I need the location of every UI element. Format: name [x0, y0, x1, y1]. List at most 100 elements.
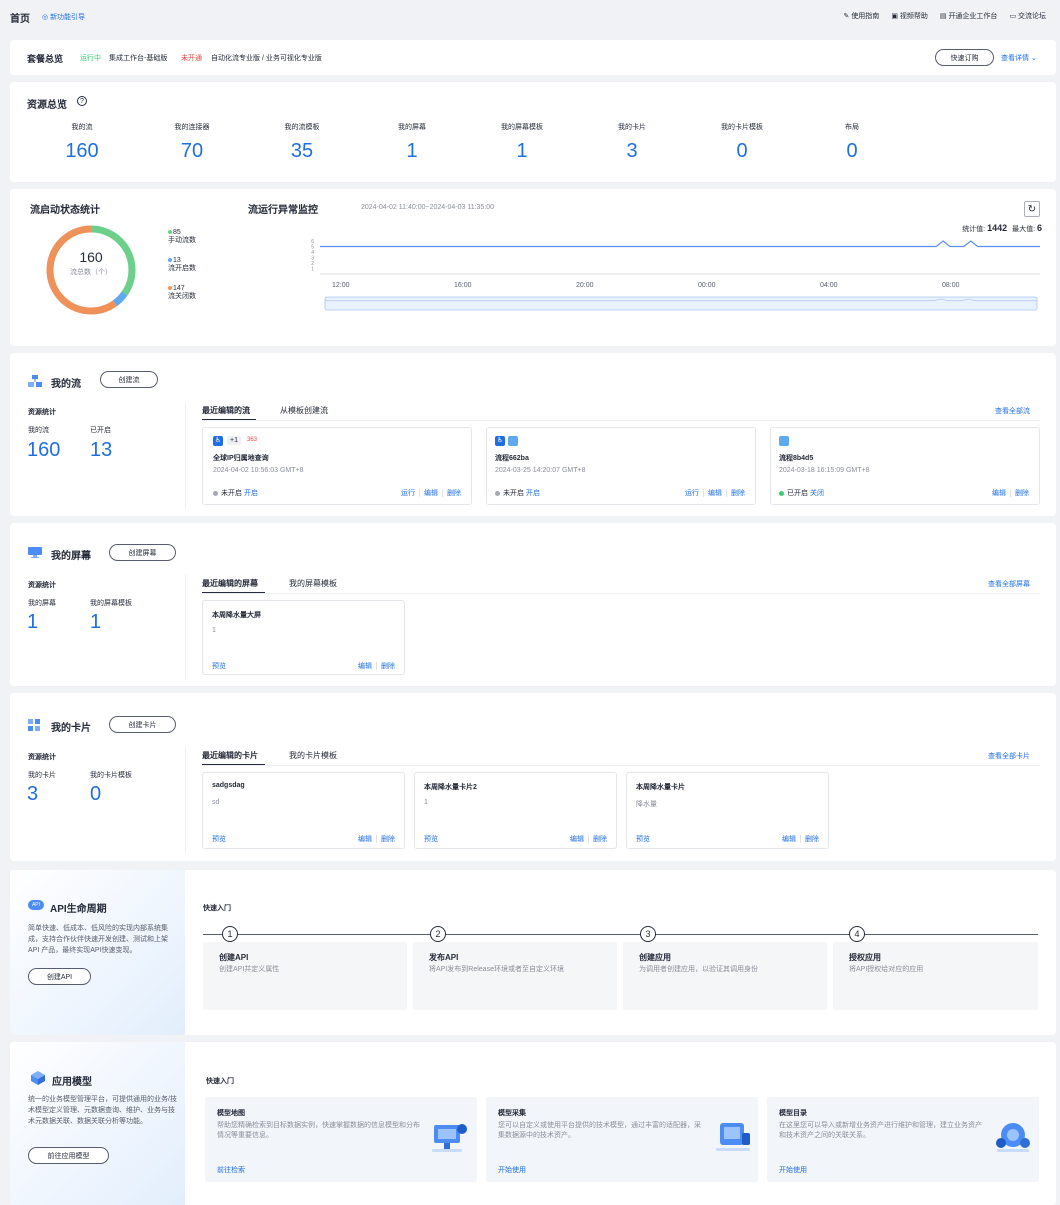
run-link[interactable]: 运行 — [685, 490, 699, 497]
model-feature-card[interactable]: 模型目录 在这里您可以导入或新增业务资产进行维护和管理，建立业务资产和技术资产之… — [767, 1097, 1039, 1182]
resource-stat[interactable]: 我的屏幕模板 1 — [467, 122, 577, 163]
step-title: 授权应用 — [849, 953, 881, 962]
edit-link[interactable]: 编辑 — [782, 836, 796, 843]
legend-label: 手动流数 — [168, 237, 196, 244]
tab-card-templates[interactable]: 我的卡片模板 — [289, 750, 337, 761]
resource-stat[interactable]: 我的屏幕 1 — [357, 122, 467, 163]
api-intro-panel: API API生命周期 简单快速、低成本、低风险的实现内部系统集成，支持合作伙伴… — [10, 870, 185, 1035]
edit-link[interactable]: 编辑 — [570, 836, 584, 843]
edit-link[interactable]: 编辑 — [992, 490, 1006, 497]
enterprise-workbench-link[interactable]: ▤ 开通企业工作台 — [940, 11, 998, 21]
cloud-api-icon: API — [28, 900, 44, 910]
preview-link[interactable]: 预览 — [636, 834, 650, 844]
step-title: 创建API — [219, 953, 249, 962]
video-help-link[interactable]: ▣ 视频帮助 — [891, 11, 928, 21]
toggle-link[interactable]: 关闭 — [810, 490, 824, 497]
x-tick-label: 20:00 — [576, 282, 594, 289]
toggle-link[interactable]: 开启 — [244, 490, 258, 497]
connector-icon: 363 — [247, 437, 258, 443]
tab-recent-screens[interactable]: 最近编辑的屏幕 — [202, 578, 258, 589]
donut-legend: 85 手动流数 13 流开启数 147 流关闭数 — [168, 229, 196, 301]
api-title: API生命周期 — [50, 904, 107, 915]
screen-icon — [508, 436, 518, 446]
screen-actions: 编辑 删除 — [358, 661, 395, 671]
my-cards-card: 我的卡片 创建卡片 资源统计 我的卡片 我的卡片模板 3 0 最近编辑的卡片 我… — [10, 693, 1056, 861]
widget-card[interactable]: 本周降水量卡片 降水量 预览 编辑 删除 — [626, 772, 829, 849]
widget-card[interactable]: 本周降水量卡片2 1 预览 编辑 删除 — [414, 772, 617, 849]
delete-link[interactable]: 删除 — [805, 836, 819, 843]
step-desc: 将API发布到Release环境或者至自定义环境 — [429, 966, 564, 973]
resource-stat[interactable]: 我的流模板 35 — [247, 122, 357, 163]
legend-item: 85 手动流数 — [168, 229, 196, 245]
feature-link[interactable]: 开始使用 — [779, 1165, 807, 1175]
delete-link[interactable]: 删除 — [593, 836, 607, 843]
delete-link[interactable]: 删除 — [447, 490, 461, 497]
run-link[interactable]: 运行 — [401, 490, 415, 497]
flow-card[interactable]: ♿ 流程662ba 2024-03-25 14:20:07 GMT+8 未开启 … — [486, 427, 756, 505]
view-details-link[interactable]: 查看详情 ⌄ — [1001, 53, 1037, 63]
user-guide-link[interactable]: ✎ 使用指南 — [844, 11, 880, 21]
feature-link[interactable]: 开始使用 — [498, 1165, 526, 1175]
create-api-button[interactable]: 创建API — [28, 968, 91, 985]
create-card-button[interactable]: 创建卡片 — [109, 716, 176, 733]
preview-link[interactable]: 预览 — [424, 834, 438, 844]
stat-value: 1 — [27, 611, 39, 633]
legend-value: 147 — [173, 285, 185, 292]
edit-link[interactable]: 编辑 — [358, 663, 372, 670]
tab-template-flows[interactable]: 从模板创建流 — [280, 405, 328, 416]
step-card: 发布API 将API发布到Release环境或者至自定义环境 — [413, 942, 617, 1010]
create-screen-button[interactable]: 创建屏幕 — [109, 544, 176, 561]
inactive-label: 未开通 — [181, 55, 202, 62]
help-icon[interactable]: ? — [77, 96, 87, 106]
tab-screen-templates[interactable]: 我的屏幕模板 — [289, 578, 337, 589]
tab-recent-flows[interactable]: 最近编辑的流 — [202, 405, 250, 416]
card-name: 本周降水量卡片 — [636, 784, 685, 791]
delete-link[interactable]: 删除 — [381, 836, 395, 843]
feature-title: 模型目录 — [779, 1110, 807, 1117]
preview-link[interactable]: 预览 — [212, 834, 226, 844]
edit-link[interactable]: 编辑 — [424, 490, 438, 497]
guide-label: 新功能引导 — [50, 14, 86, 21]
create-flow-button[interactable]: 创建流 — [100, 371, 158, 388]
edit-link[interactable]: 编辑 — [358, 836, 372, 843]
model-feature-card[interactable]: 模型采集 您可以自定义或使用平台提供的技术模型，通过丰富的适配器，采集数据源中的… — [486, 1097, 758, 1182]
feature-link[interactable]: 前往检索 — [217, 1165, 245, 1175]
view-all-cards-link[interactable]: 查看全部卡片 — [988, 751, 1030, 761]
resource-stat[interactable]: 我的卡片模板 0 — [687, 122, 797, 163]
model-feature-card[interactable]: 模型地图 帮助您精确检索到目标数据实例，快速掌握数据的信息模型和分布情况等重要信… — [205, 1097, 477, 1182]
screen-card[interactable]: 本周降水量大屏 1 预览 编辑 删除 — [202, 600, 405, 675]
top-bar: 首页 ◎ 新功能引导 ✎ 使用指南 ▣ 视频帮助 ▤ 开通企业工作台 ▭ 交流论… — [0, 0, 1060, 32]
stat-label: 我的屏幕 — [28, 600, 56, 607]
edit-link[interactable]: 编辑 — [708, 490, 722, 497]
y-tick-label: 1 — [311, 267, 314, 273]
step-desc: 将API授权给对应的应用 — [849, 966, 924, 973]
quick-order-button[interactable]: 快速订购 — [935, 49, 994, 66]
toggle-link[interactable]: 开启 — [526, 490, 540, 497]
new-feature-guide-link[interactable]: ◎ 新功能引导 — [42, 12, 85, 22]
flow-card[interactable]: 流程8b4d5 2024-03-18 16:15:09 GMT+8 已开启 关闭… — [770, 427, 1040, 505]
refresh-button[interactable]: ↻ — [1024, 201, 1040, 217]
resource-stat[interactable]: 我的流 160 — [27, 122, 137, 163]
delete-link[interactable]: 删除 — [1015, 490, 1029, 497]
resource-stat[interactable]: 我的卡片 3 — [577, 122, 687, 163]
link-label: 视频帮助 — [899, 13, 928, 20]
view-all-flows-link[interactable]: 查看全部流 — [995, 406, 1030, 416]
plan-overview-card: 套餐总览 运行中 集成工作台-基础版 未开通 自动化流专业版 / 业务可视化专业… — [10, 40, 1056, 75]
tab-recent-cards[interactable]: 最近编辑的卡片 — [202, 750, 258, 761]
delete-link[interactable]: 删除 — [731, 490, 745, 497]
resource-stat[interactable]: 我的连接器 70 — [137, 122, 247, 163]
flow-card[interactable]: ♿ +1 363 全球IP归属地查询 2024-04-02 10:56:03 G… — [202, 427, 472, 505]
forum-link[interactable]: ▭ 交流论坛 — [1009, 11, 1046, 21]
quick-start-title: 快速入门 — [206, 1078, 234, 1085]
legend-value: 13 — [173, 257, 181, 264]
monitor-line-chart: 65432112:00 16:00 20:00 00:00 04:00 08:00 — [311, 239, 1040, 311]
card-grid-icon — [28, 719, 40, 733]
resource-label: 我的屏幕模板 — [501, 124, 543, 131]
resource-stat[interactable]: 布局 0 — [797, 122, 907, 163]
stat-value: 0 — [90, 783, 102, 805]
view-all-screens-link[interactable]: 查看全部屏幕 — [988, 579, 1030, 589]
delete-link[interactable]: 删除 — [381, 663, 395, 670]
widget-card[interactable]: sadgsdag sd 预览 编辑 删除 — [202, 772, 405, 849]
preview-link[interactable]: 预览 — [212, 661, 226, 671]
go-app-model-button[interactable]: 前往应用模型 — [28, 1147, 109, 1164]
